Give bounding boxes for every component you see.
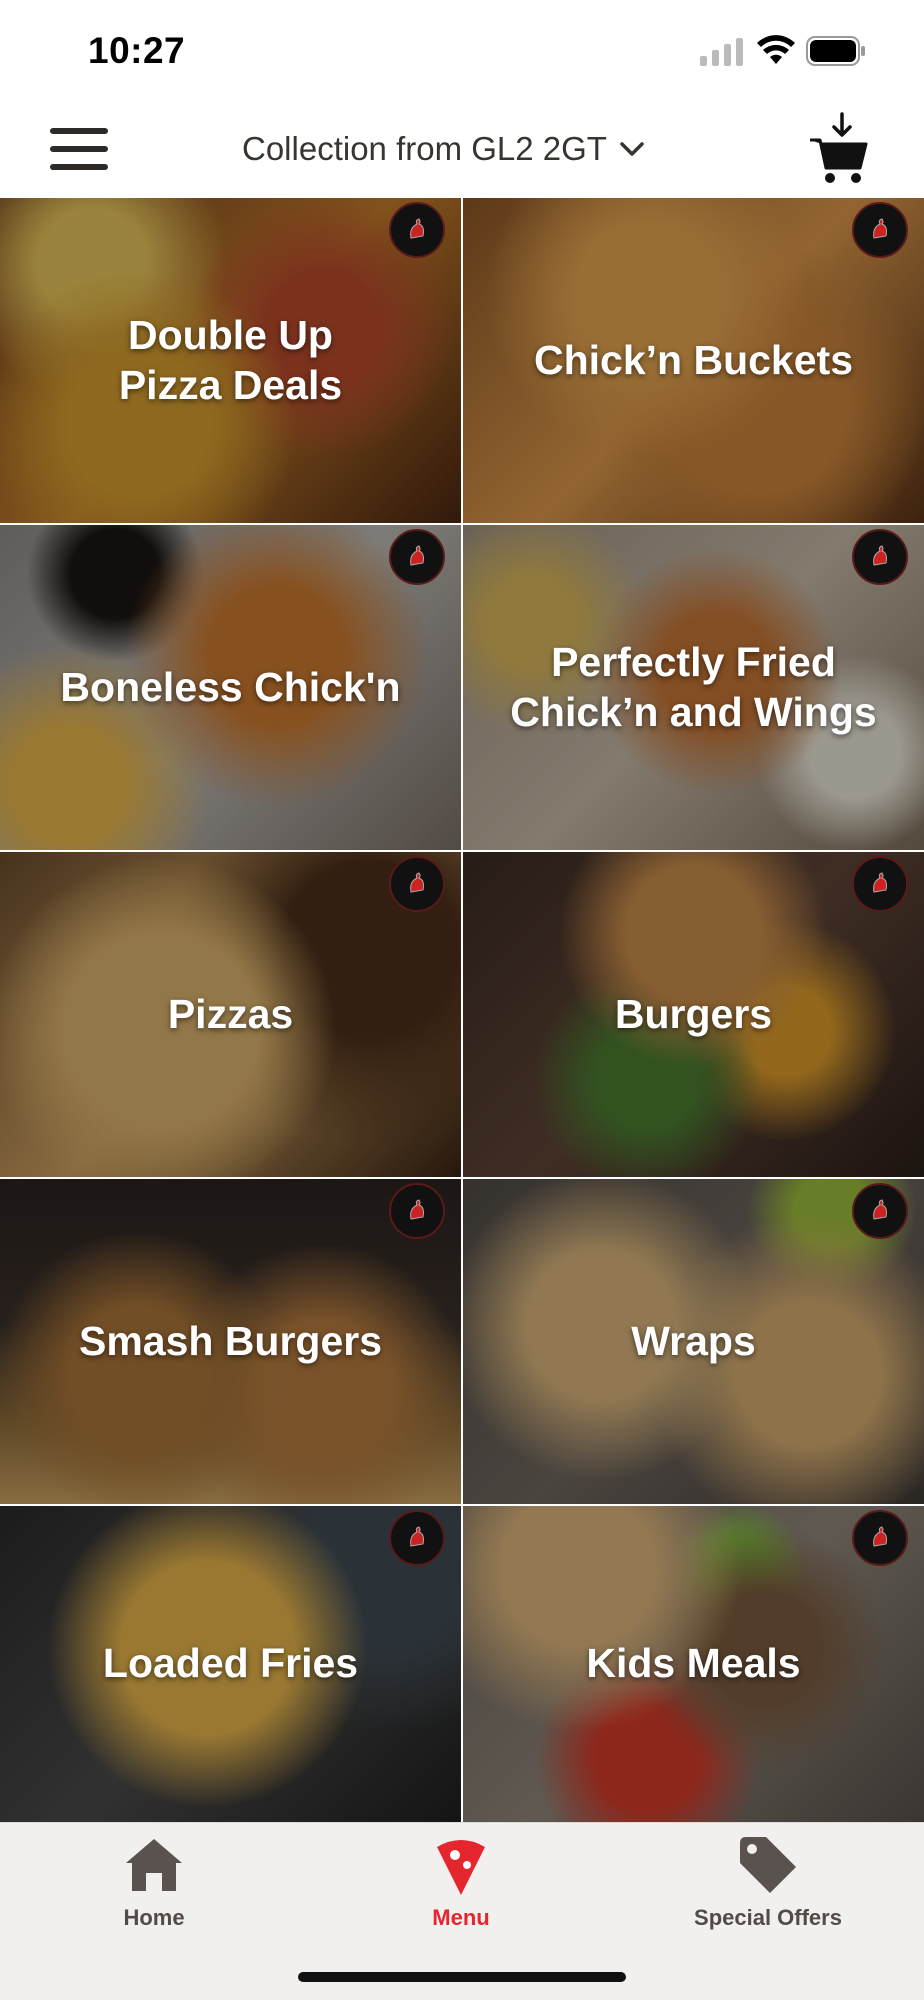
battery-icon — [806, 36, 865, 66]
cellular-signal-icon — [700, 38, 743, 66]
category-chickn-buckets[interactable]: Chick’n Buckets — [463, 198, 924, 523]
category-label: Smash Burgers — [78, 1317, 383, 1364]
top-header: Collection from GL2 2GT — [0, 102, 924, 198]
nav-menu[interactable]: Menu — [361, 1833, 561, 1943]
pizza-slice-icon — [437, 1840, 485, 1895]
status-bar: 10:27 — [0, 0, 924, 102]
category-label: Perfectly Fried Chick’n and Wings — [510, 639, 877, 735]
category-burgers[interactable]: Burgers — [463, 852, 924, 1177]
chevron-down-icon — [620, 142, 644, 156]
category-loaded-fries[interactable]: Loaded Fries — [0, 1506, 461, 1822]
category-wraps[interactable]: Wraps — [463, 1179, 924, 1504]
wifi-icon — [757, 35, 795, 64]
cart-icon[interactable] — [808, 112, 870, 186]
category-grid: Double Up Pizza Deals Chick’n Buckets Bo… — [0, 198, 924, 1822]
category-perfectly-fried[interactable]: Perfectly Fried Chick’n and Wings — [463, 525, 924, 850]
tag-icon — [740, 1837, 796, 1893]
nav-label: Home — [123, 1905, 185, 1930]
category-boneless-chickn[interactable]: Boneless Chick'n — [0, 525, 461, 850]
category-pizzas[interactable]: Pizzas — [0, 852, 461, 1177]
category-smash-burgers[interactable]: Smash Burgers — [0, 1179, 461, 1504]
category-label: Burgers — [614, 990, 773, 1037]
nav-home[interactable]: Home — [54, 1833, 254, 1943]
category-kids-meals[interactable]: Kids Meals — [463, 1506, 924, 1822]
home-indicator — [298, 1972, 626, 1982]
home-icon — [126, 1839, 182, 1891]
collection-selector[interactable]: Collection from GL2 2GT — [242, 124, 645, 174]
category-double-up-pizza-deals[interactable]: Double Up Pizza Deals — [0, 198, 461, 523]
hamburger-menu-icon[interactable] — [50, 128, 110, 172]
category-label: Wraps — [631, 1317, 756, 1364]
collection-label: Collection from GL2 2GT — [242, 130, 607, 167]
category-label: Boneless Chick'n — [60, 663, 401, 710]
category-label: Pizzas — [167, 990, 294, 1037]
category-label: Chick’n Buckets — [534, 336, 853, 383]
nav-label: Special Offers — [694, 1905, 842, 1930]
nav-label: Menu — [432, 1905, 490, 1930]
status-time: 10:27 — [88, 30, 186, 71]
nav-special-offers[interactable]: Special Offers — [668, 1833, 868, 1943]
category-label: Loaded Fries — [102, 1640, 359, 1687]
category-label: Kids Meals — [586, 1640, 801, 1687]
category-label: Double Up Pizza Deals — [118, 312, 343, 408]
